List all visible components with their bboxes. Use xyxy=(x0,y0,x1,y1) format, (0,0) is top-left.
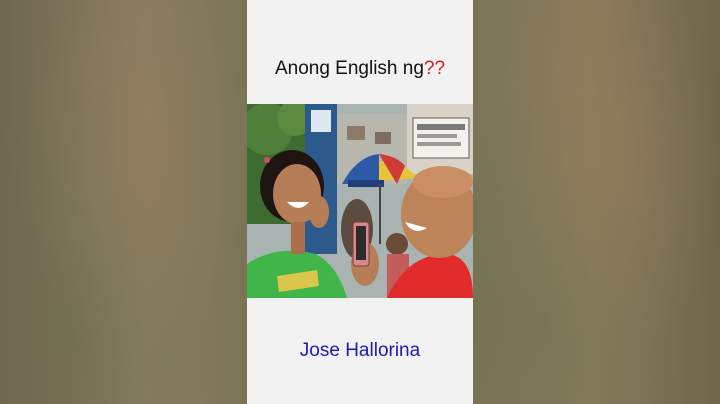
girl-neck xyxy=(291,222,305,254)
top-caption-question-marks: ?? xyxy=(423,58,446,79)
top-caption-text: Anong English ng xyxy=(274,58,424,79)
poster-line xyxy=(417,142,461,146)
smartphone-camera-side xyxy=(356,226,366,260)
top-caption: Anong English ng?? xyxy=(247,58,473,80)
window xyxy=(347,126,365,140)
poster-line xyxy=(417,134,457,138)
blurred-background-right xyxy=(473,0,720,404)
video-scene xyxy=(247,104,473,298)
child-bystander xyxy=(386,233,408,255)
poster-line xyxy=(417,124,465,130)
blurred-background-left xyxy=(0,0,247,404)
window xyxy=(375,132,391,144)
man-bald-top xyxy=(413,166,473,198)
building-sign xyxy=(311,110,331,132)
umbrella-label xyxy=(348,180,384,187)
short-video-card[interactable]: Anong English ng?? Jose Hallorina xyxy=(247,0,473,404)
umbrella-pole xyxy=(379,184,381,244)
hair-clip xyxy=(264,157,270,163)
video-frame[interactable] xyxy=(247,104,473,298)
author-name: Jose Hallorina xyxy=(299,340,421,361)
girl-hand xyxy=(309,196,329,228)
